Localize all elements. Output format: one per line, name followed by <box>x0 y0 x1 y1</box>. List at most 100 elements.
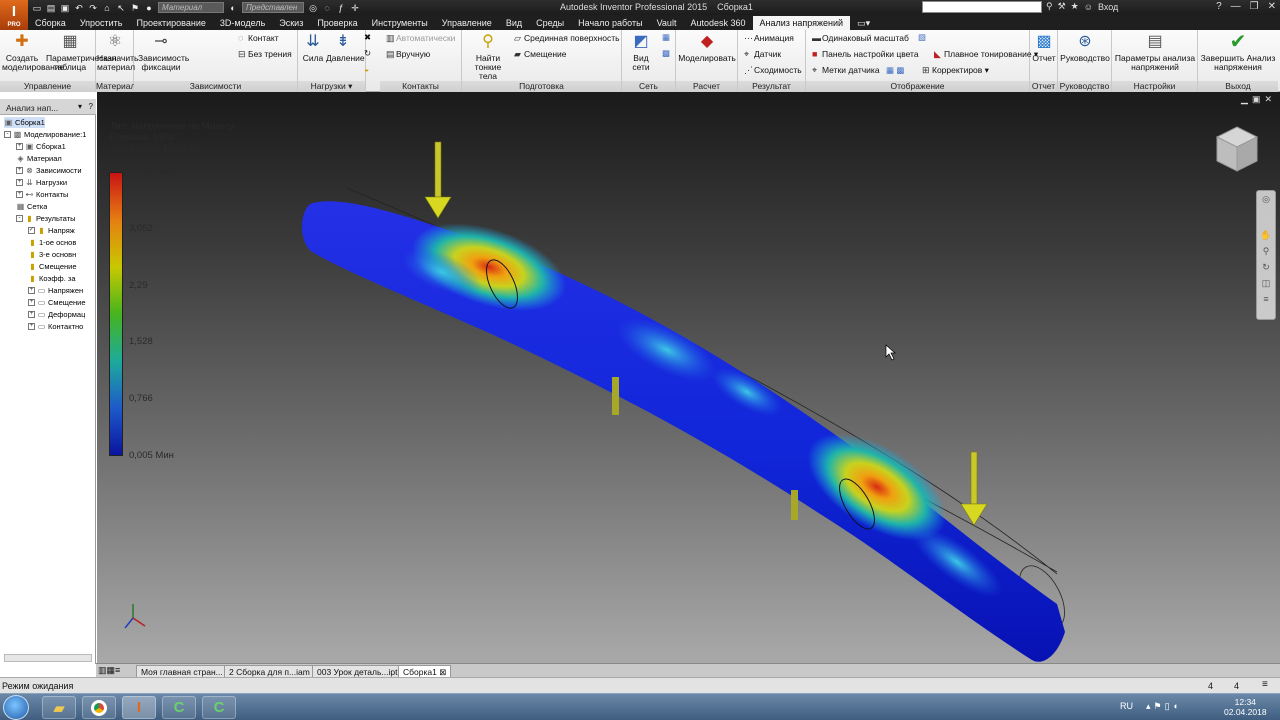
force-button[interactable]: ⇊ Сила <box>300 32 326 63</box>
offset-button[interactable]: ▰ Смещение <box>514 49 567 59</box>
viewcube-icon[interactable] <box>1215 125 1259 175</box>
tab-3d-model[interactable]: 3D-модель <box>213 16 272 30</box>
tree-node[interactable]: + ⊷ Контакты <box>16 189 68 200</box>
probe-button[interactable]: ⌖ Датчик <box>744 49 781 59</box>
tab-vault[interactable]: Vault <box>650 16 684 30</box>
tree-node[interactable]: + ▣ Сборка1 <box>16 141 66 152</box>
animate-button[interactable]: ⋯Анимация <box>744 33 794 43</box>
measure-icon[interactable]: ◎ <box>308 3 318 13</box>
taskbar-chrome-icon[interactable] <box>82 696 116 719</box>
language-indicator[interactable]: RU <box>1120 701 1133 711</box>
taskbar-camtasia2-icon[interactable]: C <box>202 696 236 719</box>
tab-view[interactable]: Вид <box>499 16 529 30</box>
tab-get-started[interactable]: Начало работы <box>571 16 649 30</box>
tab-environments[interactable]: Среды <box>529 16 571 30</box>
color-bar-button[interactable]: ■ Панель настройки цвета <box>812 49 919 59</box>
tree-node[interactable]: + ▭ Контактно <box>28 321 83 332</box>
material-combo[interactable]: Материал <box>158 2 224 13</box>
rotate-load-icon[interactable]: ↻ <box>364 48 371 58</box>
display-extra-icon[interactable]: ▧ <box>918 32 926 42</box>
tree-expander-icon[interactable]: + <box>28 287 35 294</box>
pressure-button[interactable]: ⇟ Давление <box>326 32 365 63</box>
open-icon[interactable]: ▤ <box>46 3 56 13</box>
help-icon[interactable]: ? <box>1216 1 1222 12</box>
tab-tools[interactable]: Инструменты <box>365 16 435 30</box>
tab-simplify[interactable]: Упростить <box>73 16 130 30</box>
adjust-button[interactable]: ⊞ Корректиров ▾ <box>922 65 989 75</box>
find-thin-bodies-button[interactable]: ⚲ Найти тонкие тела <box>466 32 510 81</box>
tab-inspect[interactable]: Проверка <box>310 16 364 30</box>
pan-icon[interactable]: ✋ <box>1257 227 1275 243</box>
tree-node[interactable]: + ⊗ Зависимости <box>16 165 82 176</box>
tree-expander-icon[interactable]: + <box>28 299 35 306</box>
tile-windows-icon[interactable]: ▥▦≡ <box>98 665 120 676</box>
tree-expander-icon[interactable]: + <box>16 179 23 186</box>
tab-design[interactable]: Проектирование <box>129 16 212 30</box>
tab-assembly[interactable]: Сборка <box>28 16 73 30</box>
tree-node[interactable]: + ▭ Деформац <box>28 309 85 320</box>
manual-contacts-button[interactable]: ▤Вручную <box>386 49 430 59</box>
tree-node[interactable]: - ▮ Результаты <box>16 213 76 224</box>
help-search-input[interactable] <box>922 1 1042 13</box>
tab-manage[interactable]: Управление <box>435 16 499 30</box>
minimize-icon[interactable]: — <box>1231 1 1241 12</box>
midsurface-button[interactable]: ▱ Срединная поверхность <box>514 33 620 43</box>
clock[interactable]: 12:34 02.04.2018 <box>1224 697 1267 717</box>
close-icon[interactable]: ✕ <box>1268 1 1276 12</box>
tree-node[interactable]: ▮ 3-е основн <box>28 249 76 260</box>
tree-expander-icon[interactable]: + <box>28 323 35 330</box>
orbit-icon[interactable]: ↻ <box>1257 259 1275 275</box>
fixed-constraint-button[interactable]: ⊸ Зависимость фиксации <box>138 32 189 72</box>
steering-wheel-icon[interactable]: ◎ <box>1257 191 1275 207</box>
tree-node[interactable]: + ▭ Смещение <box>28 297 86 308</box>
zoom-icon[interactable]: ⚲ <box>1257 243 1275 259</box>
tree-expander-icon[interactable]: - <box>4 131 11 138</box>
browser-title[interactable]: Анализ нап... <box>6 103 58 113</box>
analysis-settings-button[interactable]: ▤ Параметры анализа напряжений <box>1114 32 1196 72</box>
loads-extra-icon[interactable]: ✖ <box>364 32 371 42</box>
tree-expander-icon[interactable]: + <box>16 143 23 150</box>
tree-expander-icon[interactable]: + <box>16 167 23 174</box>
home-icon[interactable]: ⌂ <box>102 3 112 13</box>
taskbar-explorer-icon[interactable]: ▰ <box>42 696 76 719</box>
frictionless-button[interactable]: ⊟ Без трения <box>238 49 292 59</box>
wrench-icon[interactable]: ⚒ <box>1058 1 1066 12</box>
taskbar-camtasia-icon[interactable]: C <box>162 696 196 719</box>
appearance-combo[interactable]: Представлен <box>242 2 304 13</box>
tree-node[interactable]: ▮ 1-ое основ <box>28 237 76 248</box>
graphics-viewport[interactable]: ▁▣✕ Тип: Напряжение по Мизесу Единица: M… <box>97 92 1280 663</box>
user-icon[interactable]: ☺ <box>1084 2 1093 12</box>
tree-node[interactable]: ◈ Материал <box>16 153 61 164</box>
mesh-view-button[interactable]: ◩ Вид сети <box>624 32 658 72</box>
tree-node[interactable]: + ▭ Напряжен <box>28 285 83 296</box>
assign-material-button[interactable]: ⚛ Назначить материал <box>97 32 138 72</box>
star-icon[interactable]: ★ <box>1071 1 1079 12</box>
browser-scrollbar[interactable] <box>4 654 92 662</box>
mesh-settings-icon[interactable]: ▦ <box>662 32 670 42</box>
tree-expander-icon[interactable]: + <box>16 191 23 198</box>
tree-node[interactable]: ▮ Коэфф. за <box>28 273 75 284</box>
close-tab-icon[interactable]: ⊠ <box>439 667 446 677</box>
contact-button[interactable]: ◌ Контакт <box>238 33 279 43</box>
tab-sketch[interactable]: Эскиз <box>272 16 310 30</box>
tree-node[interactable]: ▣ Сборка1 <box>4 117 45 128</box>
ribbon-options-icon[interactable]: ▭▾ <box>850 16 877 30</box>
tree-expander-icon[interactable]: - <box>16 215 23 222</box>
tree-node[interactable]: - ▩ Моделирование:1 <box>4 129 86 140</box>
tree-node[interactable]: ▦ Сетка <box>16 201 48 212</box>
app-logo[interactable]: I PRO <box>0 0 28 30</box>
save-icon[interactable]: ▣ <box>60 3 70 13</box>
navbar-menu-icon[interactable]: ≡ <box>1257 291 1275 307</box>
signin-link[interactable]: Вход <box>1098 2 1118 12</box>
automatic-contacts-button[interactable]: ▥Автоматически <box>386 33 455 43</box>
probe-labels-button[interactable]: ⌖ Метки датчика <box>812 65 880 75</box>
parametric-table-button[interactable]: ▦ Параметрическая таблица <box>46 32 117 72</box>
update-icon[interactable]: ⚑ <box>130 3 140 13</box>
crosshair-icon[interactable]: ✛ <box>350 3 360 13</box>
simulate-button[interactable]: ◆ Моделировать <box>678 32 736 63</box>
tree-node[interactable]: ✓ ▮ Напряж <box>28 225 75 236</box>
display-options-icon[interactable]: ▦ ▩ <box>886 65 904 75</box>
tree-node[interactable]: ▮ Смещение <box>28 261 76 272</box>
start-button-icon[interactable] <box>3 695 29 720</box>
tree-expander-icon[interactable]: + <box>28 311 35 318</box>
